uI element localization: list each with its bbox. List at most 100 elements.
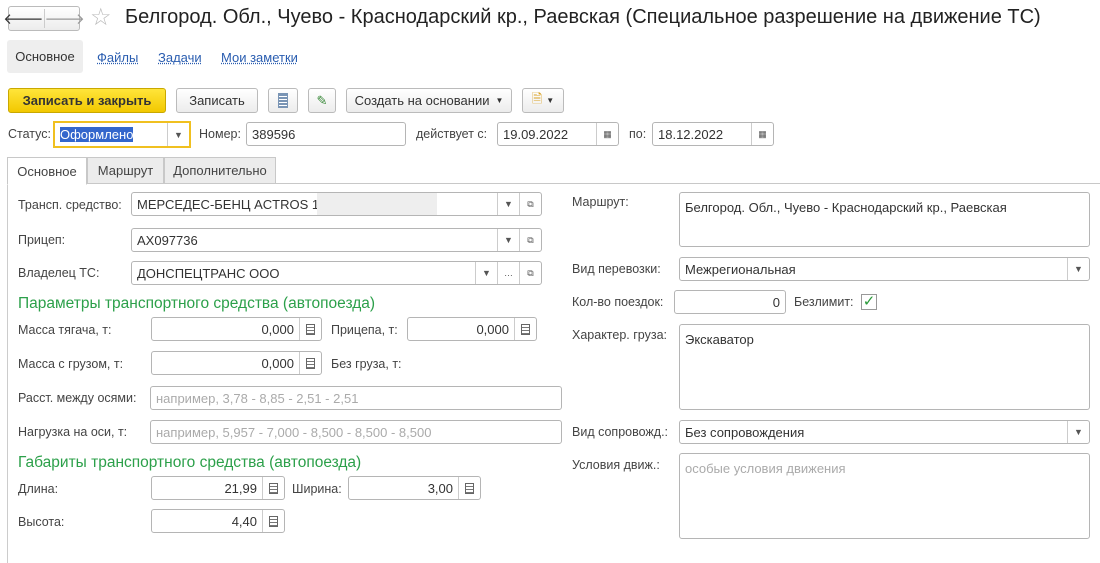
unloaded-label: Без груза, т:: [331, 357, 402, 371]
trailer-value: АХ097736: [137, 232, 198, 248]
height-value: 4,40: [231, 513, 257, 529]
trips-label: Кол-во поездок:: [572, 295, 664, 309]
calculator-icon[interactable]: [299, 352, 321, 374]
loaded-mass-label: Масса с грузом, т:: [18, 357, 124, 371]
tractor-mass-value: 0,000: [261, 321, 294, 337]
tab-additional[interactable]: Дополнительно: [164, 157, 276, 184]
conditions-textarea[interactable]: особые условия движения: [679, 453, 1090, 539]
nav-tab-main[interactable]: Основное: [7, 40, 83, 73]
route-label: Маршрут:: [572, 195, 629, 209]
calendar-icon[interactable]: ▦: [751, 123, 773, 145]
cargo-textarea[interactable]: Экскаватор: [679, 324, 1090, 410]
status-select[interactable]: Оформлено ▼: [53, 121, 191, 148]
conditions-label: Условия движ.:: [572, 458, 660, 472]
vehicle-value: МЕРСЕДЕС-БЕНЦ ACTROS 1: [137, 196, 320, 212]
length-value: 21,99: [224, 480, 257, 496]
open-icon[interactable]: ⧉: [519, 262, 541, 284]
trailer-input[interactable]: АХ097736 ▼ ⧉: [131, 228, 542, 252]
save-button[interactable]: Записать: [176, 88, 258, 113]
calculator-icon[interactable]: [514, 318, 536, 340]
owner-value: ДОНСПЕЦТРАНС ООО: [137, 265, 280, 281]
height-input[interactable]: 4,40: [151, 509, 285, 533]
chevron-down-icon: ▼: [495, 96, 504, 105]
axle-load-label: Нагрузка на оси, т:: [18, 425, 128, 439]
loaded-mass-input[interactable]: 0,000: [151, 351, 322, 375]
cargo-label: Характер. груза:: [572, 328, 668, 342]
loaded-mass-value: 0,000: [261, 355, 294, 371]
forward-icon[interactable]: 🡒: [45, 9, 85, 28]
valid-from-value: 19.09.2022: [503, 126, 569, 142]
list-icon: [278, 93, 288, 108]
trailer-label: Прицеп:: [18, 233, 66, 247]
escort-value: Без сопровождения: [685, 424, 805, 440]
status-label: Статус:: [8, 127, 51, 141]
pencil-clock-icon: ✎: [316, 92, 328, 108]
dims-heading: Габариты транспортного средства (автопое…: [18, 454, 362, 471]
valid-from-input[interactable]: 19.09.2022 ▦: [497, 122, 619, 146]
width-value: 3,00: [427, 480, 453, 496]
chevron-down-icon[interactable]: ▼: [167, 123, 189, 146]
calculator-icon[interactable]: [299, 318, 321, 340]
back-icon[interactable]: 🡐: [3, 9, 45, 28]
valid-to-label: по:: [629, 127, 647, 141]
vehicle-input[interactable]: МЕРСЕДЕС-БЕНЦ ACTROS 1 ▼ ⧉: [131, 192, 542, 216]
create-based-button[interactable]: Создать на основании ▼: [346, 88, 512, 113]
length-label: Длина:: [18, 482, 59, 496]
calculator-icon[interactable]: [262, 510, 284, 532]
valid-to-value: 18.12.2022: [658, 126, 724, 142]
nav-tab-notes[interactable]: Мои заметки: [221, 50, 298, 65]
transport-type-select[interactable]: Межрегиональная ▼: [679, 257, 1090, 281]
escort-label: Вид сопровожд.:: [572, 425, 669, 439]
create-based-label: Создать на основании: [354, 93, 490, 108]
axle-distance-label: Расст. между осями:: [18, 391, 137, 405]
page-title: Белгород. Обл., Чуево - Краснодарский кр…: [125, 6, 1041, 28]
chevron-down-icon[interactable]: ▼: [497, 193, 519, 215]
valid-from-label: действует с:: [416, 127, 488, 141]
width-input[interactable]: 3,00: [348, 476, 481, 500]
unlimited-checkbox[interactable]: ✓: [861, 294, 877, 310]
star-icon[interactable]: ☆: [90, 3, 112, 32]
select-icon[interactable]: …: [497, 262, 519, 284]
escort-select[interactable]: Без сопровождения ▼: [679, 420, 1090, 444]
open-icon[interactable]: ⧉: [519, 193, 541, 215]
nav-tab-files[interactable]: Файлы: [97, 50, 138, 65]
transport-type-value: Межрегиональная: [685, 261, 796, 277]
trailer-mass-input[interactable]: 0,000: [407, 317, 537, 341]
axle-load-input[interactable]: например, 5,957 - 7,000 - 8,500 - 8,500 …: [150, 420, 562, 444]
chevron-down-icon[interactable]: ▼: [497, 229, 519, 251]
width-label: Ширина:: [292, 482, 342, 496]
chevron-down-icon[interactable]: ▼: [475, 262, 497, 284]
height-label: Высота:: [18, 515, 65, 529]
tab-main[interactable]: Основное: [7, 157, 87, 185]
tab-route[interactable]: Маршрут: [87, 157, 164, 184]
edit-history-button[interactable]: ✎: [308, 88, 336, 113]
vehicle-label: Трансп. средство:: [18, 198, 122, 212]
unlimited-label: Безлимит:: [794, 295, 854, 309]
calculator-icon[interactable]: [458, 477, 480, 499]
axle-distance-input[interactable]: например, 3,78 - 8,85 - 2,51 - 2,51: [150, 386, 562, 410]
report-icon: 🗎: [531, 90, 543, 106]
valid-to-input[interactable]: 18.12.2022 ▦: [652, 122, 774, 146]
owner-input[interactable]: ДОНСПЕЦТРАНС ООО ▼… ⧉: [131, 261, 542, 285]
reports-button[interactable]: 🗎 ▼: [522, 88, 564, 113]
trailer-mass-label: Прицепа, т:: [331, 323, 398, 337]
nav-buttons: 🡐 🡒: [3, 6, 85, 31]
tractor-mass-input[interactable]: 0,000: [151, 317, 322, 341]
route-textarea[interactable]: Белгород. Обл., Чуево - Краснодарский кр…: [679, 192, 1090, 247]
trips-input[interactable]: 0: [674, 290, 786, 314]
chevron-down-icon[interactable]: ▼: [1067, 258, 1089, 280]
length-input[interactable]: 21,99: [151, 476, 285, 500]
number-input[interactable]: 389596: [246, 122, 406, 146]
save-close-button[interactable]: Записать и закрыть: [8, 88, 166, 113]
transport-type-label: Вид перевозки:: [572, 262, 661, 276]
chevron-down-icon[interactable]: ▼: [1067, 421, 1089, 443]
status-value: Оформлено: [60, 127, 134, 142]
nav-tab-tasks[interactable]: Задачи: [158, 50, 202, 65]
calendar-icon[interactable]: ▦: [596, 123, 618, 145]
params-heading: Параметры транспортного средства (автопо…: [18, 295, 376, 312]
open-icon[interactable]: ⧉: [519, 229, 541, 251]
number-label: Номер:: [199, 127, 241, 141]
document-list-button[interactable]: [268, 88, 298, 113]
trailer-mass-value: 0,000: [476, 321, 509, 337]
calculator-icon[interactable]: [262, 477, 284, 499]
